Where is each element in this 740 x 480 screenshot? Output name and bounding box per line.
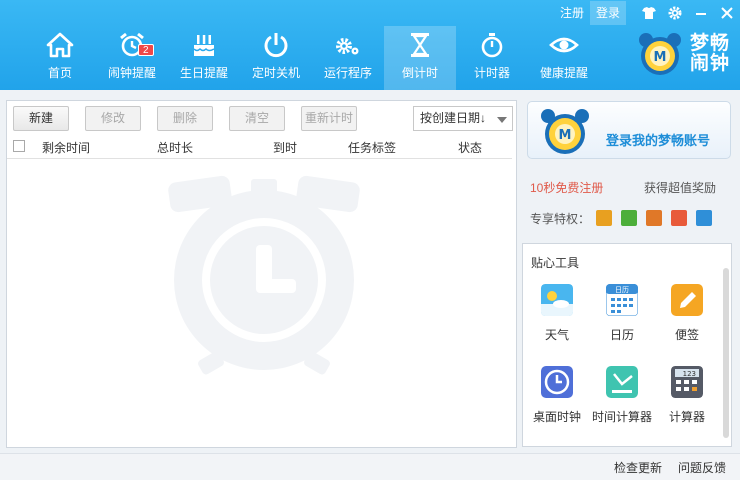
chevron-down-icon xyxy=(497,117,507,123)
settings-gear-icon[interactable] xyxy=(662,1,688,25)
tool-label: 天气 xyxy=(544,328,569,342)
tool-label: 便签 xyxy=(674,328,699,342)
column-status[interactable]: 状态 xyxy=(458,139,482,156)
tools-panel: 贴心工具 天气 日历 日历 便签 桌面时钟 时间计算器 123 计算器 xyxy=(522,243,732,447)
weather-icon xyxy=(541,284,573,316)
title-bar: 注册 登录 首页 2 闹钟提醒 生日提醒 定时关机 运行程序 倒计时 计时器 健… xyxy=(0,0,740,90)
tool-note[interactable]: 便签 xyxy=(653,284,721,343)
edit-button[interactable]: 修改 xyxy=(85,106,141,131)
calendar-icon: 日历 xyxy=(605,283,639,317)
main-nav: 首页 2 闹钟提醒 生日提醒 定时关机 运行程序 倒计时 计时器 健康提醒 xyxy=(24,26,600,90)
time-calc-icon xyxy=(606,366,638,398)
brand-logo: M 梦畅 闹钟 xyxy=(636,30,730,78)
account-login-card[interactable]: M 登录我的梦畅账号 xyxy=(527,101,731,159)
gears-icon xyxy=(332,30,364,60)
svg-text:M: M xyxy=(559,128,572,143)
column-remaining-time[interactable]: 剩余时间 xyxy=(42,139,90,156)
nav-label: 健康提醒 xyxy=(539,66,588,80)
nav-label: 计时器 xyxy=(473,66,510,80)
brand-name-line1: 梦畅 xyxy=(689,33,730,54)
free-register-link[interactable]: 10秒免费注册 xyxy=(530,179,603,196)
nav-shutdown[interactable]: 定时关机 xyxy=(240,26,312,90)
sort-order-value: 按创建日期↓ xyxy=(420,111,487,125)
countdown-list-panel: 新建 修改 删除 清空 重新计时 按创建日期↓ 剩余时间 总时长 到时 任务标签… xyxy=(6,100,517,448)
tool-label: 计算器 xyxy=(668,410,705,424)
nav-timer[interactable]: 计时器 xyxy=(456,26,528,90)
mascot-logo-icon: M xyxy=(638,33,681,75)
home-badge-icon[interactable] xyxy=(696,210,713,226)
column-total-duration[interactable]: 总时长 xyxy=(157,139,193,156)
restart-timing-button[interactable]: 重新计时 xyxy=(301,106,357,131)
nav-run-program[interactable]: 运行程序 xyxy=(312,26,384,90)
privileges-row: 专享特权： xyxy=(530,208,721,228)
new-button[interactable]: 新建 xyxy=(13,106,69,131)
tool-desk-clock[interactable]: 桌面时钟 xyxy=(523,366,591,425)
gift-icon[interactable] xyxy=(596,210,613,226)
nav-health[interactable]: 健康提醒 xyxy=(528,26,600,90)
list-toolbar: 新建 修改 删除 清空 重新计时 按创建日期↓ xyxy=(13,106,513,132)
login-link[interactable]: 登录 xyxy=(589,1,626,25)
skin-icon[interactable] xyxy=(636,1,662,25)
status-bar: 检查更新 问题反馈 xyxy=(0,453,740,480)
film-icon[interactable] xyxy=(646,210,663,226)
nav-label: 定时关机 xyxy=(251,66,300,80)
select-all-checkbox[interactable] xyxy=(13,140,25,152)
close-icon[interactable] xyxy=(714,1,740,25)
table-header: 剩余时间 总时长 到时 任务标签 状态 xyxy=(7,135,512,159)
calculator-icon: 123 xyxy=(671,366,703,398)
nav-label: 闹钟提醒 xyxy=(107,66,156,80)
stopwatch-icon xyxy=(476,30,508,60)
svg-text:日历: 日历 xyxy=(615,286,629,294)
desk-clock-icon xyxy=(541,366,573,398)
login-account-text: 登录我的梦畅账号 xyxy=(606,133,711,148)
nav-birthday[interactable]: 生日提醒 xyxy=(168,26,240,90)
nav-label: 倒计时 xyxy=(401,66,438,80)
reward-text: 获得超值奖励 xyxy=(643,181,716,195)
top-links: 注册 登录 xyxy=(554,0,740,26)
svg-text:123: 123 xyxy=(683,370,696,378)
nav-home[interactable]: 首页 xyxy=(24,26,96,90)
power-icon xyxy=(260,30,292,60)
feedback-link[interactable]: 问题反馈 xyxy=(678,459,726,476)
register-row: 10秒免费注册 获得超值奖励 xyxy=(530,179,720,195)
tool-label: 时间计算器 xyxy=(591,410,652,424)
tool-calendar[interactable]: 日历 日历 xyxy=(588,283,656,343)
birthday-cake-icon xyxy=(188,30,220,60)
svg-text:M: M xyxy=(654,50,667,65)
mascot-avatar-icon: M xyxy=(541,109,589,154)
tools-title: 贴心工具 xyxy=(531,256,580,270)
hourglass-icon xyxy=(404,30,436,60)
nav-label: 首页 xyxy=(47,66,72,80)
tool-calculator[interactable]: 123 计算器 xyxy=(653,366,721,425)
column-due[interactable]: 到时 xyxy=(273,139,297,156)
link-icon[interactable] xyxy=(621,210,638,226)
present-icon[interactable] xyxy=(671,210,688,226)
nav-label: 生日提醒 xyxy=(179,66,228,80)
delete-button[interactable]: 删除 xyxy=(157,106,213,131)
tools-scrollbar[interactable] xyxy=(723,268,729,438)
nav-countdown[interactable]: 倒计时 xyxy=(384,26,456,90)
alarm-count-badge: 2 xyxy=(138,44,154,56)
clear-button[interactable]: 清空 xyxy=(229,106,285,131)
home-icon xyxy=(44,30,76,60)
column-task-label[interactable]: 任务标签 xyxy=(348,139,396,156)
tool-label: 日历 xyxy=(609,328,634,342)
privileges-label: 专享特权： xyxy=(530,211,591,226)
brand-name-line2: 闹钟 xyxy=(689,53,730,74)
eye-icon xyxy=(548,30,580,60)
minimize-icon[interactable] xyxy=(688,1,714,25)
check-update-link[interactable]: 检查更新 xyxy=(614,459,662,476)
register-link[interactable]: 注册 xyxy=(554,1,590,25)
nav-label: 运行程序 xyxy=(323,66,372,80)
tool-weather[interactable]: 天气 xyxy=(523,284,591,343)
tool-time-calculator[interactable]: 时间计算器 xyxy=(588,366,656,425)
note-pencil-icon xyxy=(671,284,703,316)
nav-alarm[interactable]: 2 闹钟提醒 xyxy=(96,26,168,90)
empty-clock-watermark-icon xyxy=(168,175,360,375)
sort-order-select[interactable]: 按创建日期↓ xyxy=(413,106,513,131)
tool-label: 桌面时钟 xyxy=(532,410,581,424)
